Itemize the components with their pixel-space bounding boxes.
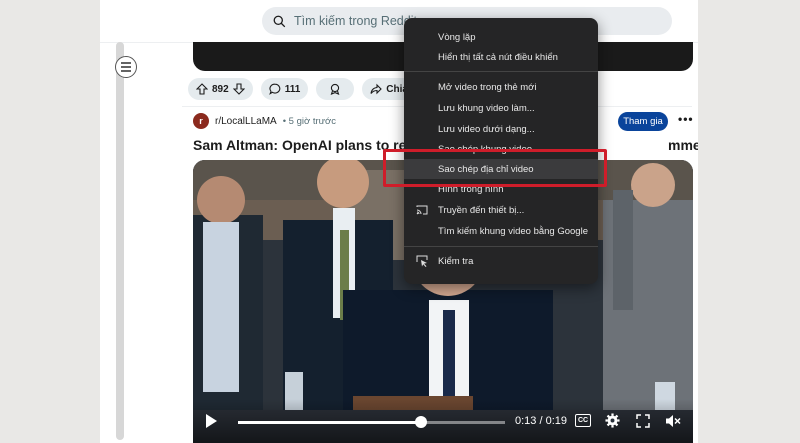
- menu-item-google-search-frame[interactable]: Tìm kiếm khung video bằng Google: [404, 221, 598, 241]
- menu-item-inspect[interactable]: Kiểm tra: [404, 251, 598, 271]
- search-icon: [273, 15, 286, 27]
- menu-item-cast-label: Truyền đến thiết bị...: [438, 204, 525, 216]
- menu-item-cast[interactable]: Truyền đến thiết bị...: [404, 200, 598, 220]
- reddit-page: Tìm kiếm trong Reddit 892 111 Chia r r/L…: [100, 0, 698, 443]
- menu-item-inspect-label: Kiểm tra: [438, 255, 474, 267]
- search-placeholder: Tìm kiếm trong Reddit: [294, 14, 417, 28]
- menu-separator: [404, 246, 598, 247]
- post-title-end[interactable]: mmer: [668, 137, 698, 153]
- video-scrubber-knob[interactable]: [415, 416, 427, 428]
- settings-gear-icon[interactable]: [605, 413, 620, 428]
- comment-count: 111: [284, 83, 301, 95]
- award-icon: [330, 83, 340, 95]
- captions-button[interactable]: CC: [575, 414, 591, 427]
- video-time: 0:13 / 0:19: [515, 415, 567, 427]
- menu-item-save-frame-as[interactable]: Lưu khung video làm...: [404, 98, 598, 118]
- video-progress-fill: [238, 421, 421, 424]
- menu-toggle-button[interactable]: [115, 56, 137, 78]
- post-meta: r r/LocalLLaMA • 5 giờ trước: [193, 113, 336, 129]
- captions-label: CC: [577, 417, 589, 424]
- comment-icon: [268, 83, 281, 95]
- play-icon[interactable]: [204, 413, 218, 429]
- menu-item-show-controls[interactable]: Hiển thị tất cả nút điều khiển: [404, 47, 598, 67]
- subreddit-avatar[interactable]: r: [193, 113, 209, 129]
- hamburger-icon: [121, 62, 131, 72]
- inspect-icon: [416, 255, 428, 267]
- downvote-icon[interactable]: [232, 83, 245, 95]
- menu-item-save-video-as[interactable]: Lưu video dưới dạng...: [404, 119, 598, 139]
- menu-separator: [404, 71, 598, 72]
- menu-item-loop[interactable]: Vòng lặp: [404, 27, 598, 47]
- scrollbar[interactable]: [116, 42, 124, 440]
- post-time: • 5 giờ trước: [282, 115, 336, 127]
- award-button[interactable]: [316, 78, 355, 100]
- mute-icon[interactable]: [665, 414, 681, 428]
- upvote-icon[interactable]: [196, 83, 208, 95]
- post-actions: 892 111 Chia: [188, 78, 416, 100]
- menu-item-open-video-new-tab[interactable]: Mở video trong thẻ mới: [404, 77, 598, 97]
- more-options-button[interactable]: •••: [678, 112, 694, 126]
- fullscreen-icon[interactable]: [636, 414, 650, 428]
- comments-button[interactable]: 111: [260, 78, 309, 100]
- join-button[interactable]: Tham gia: [618, 112, 668, 131]
- top-bar: Tìm kiếm trong Reddit: [100, 0, 698, 43]
- share-icon: [370, 83, 383, 95]
- cast-icon: [416, 205, 428, 215]
- vote-group: 892: [188, 78, 253, 100]
- highlight-annotation-box: [383, 149, 607, 187]
- vote-count: 892: [212, 83, 229, 95]
- subreddit-name[interactable]: r/LocalLLaMA: [215, 116, 277, 127]
